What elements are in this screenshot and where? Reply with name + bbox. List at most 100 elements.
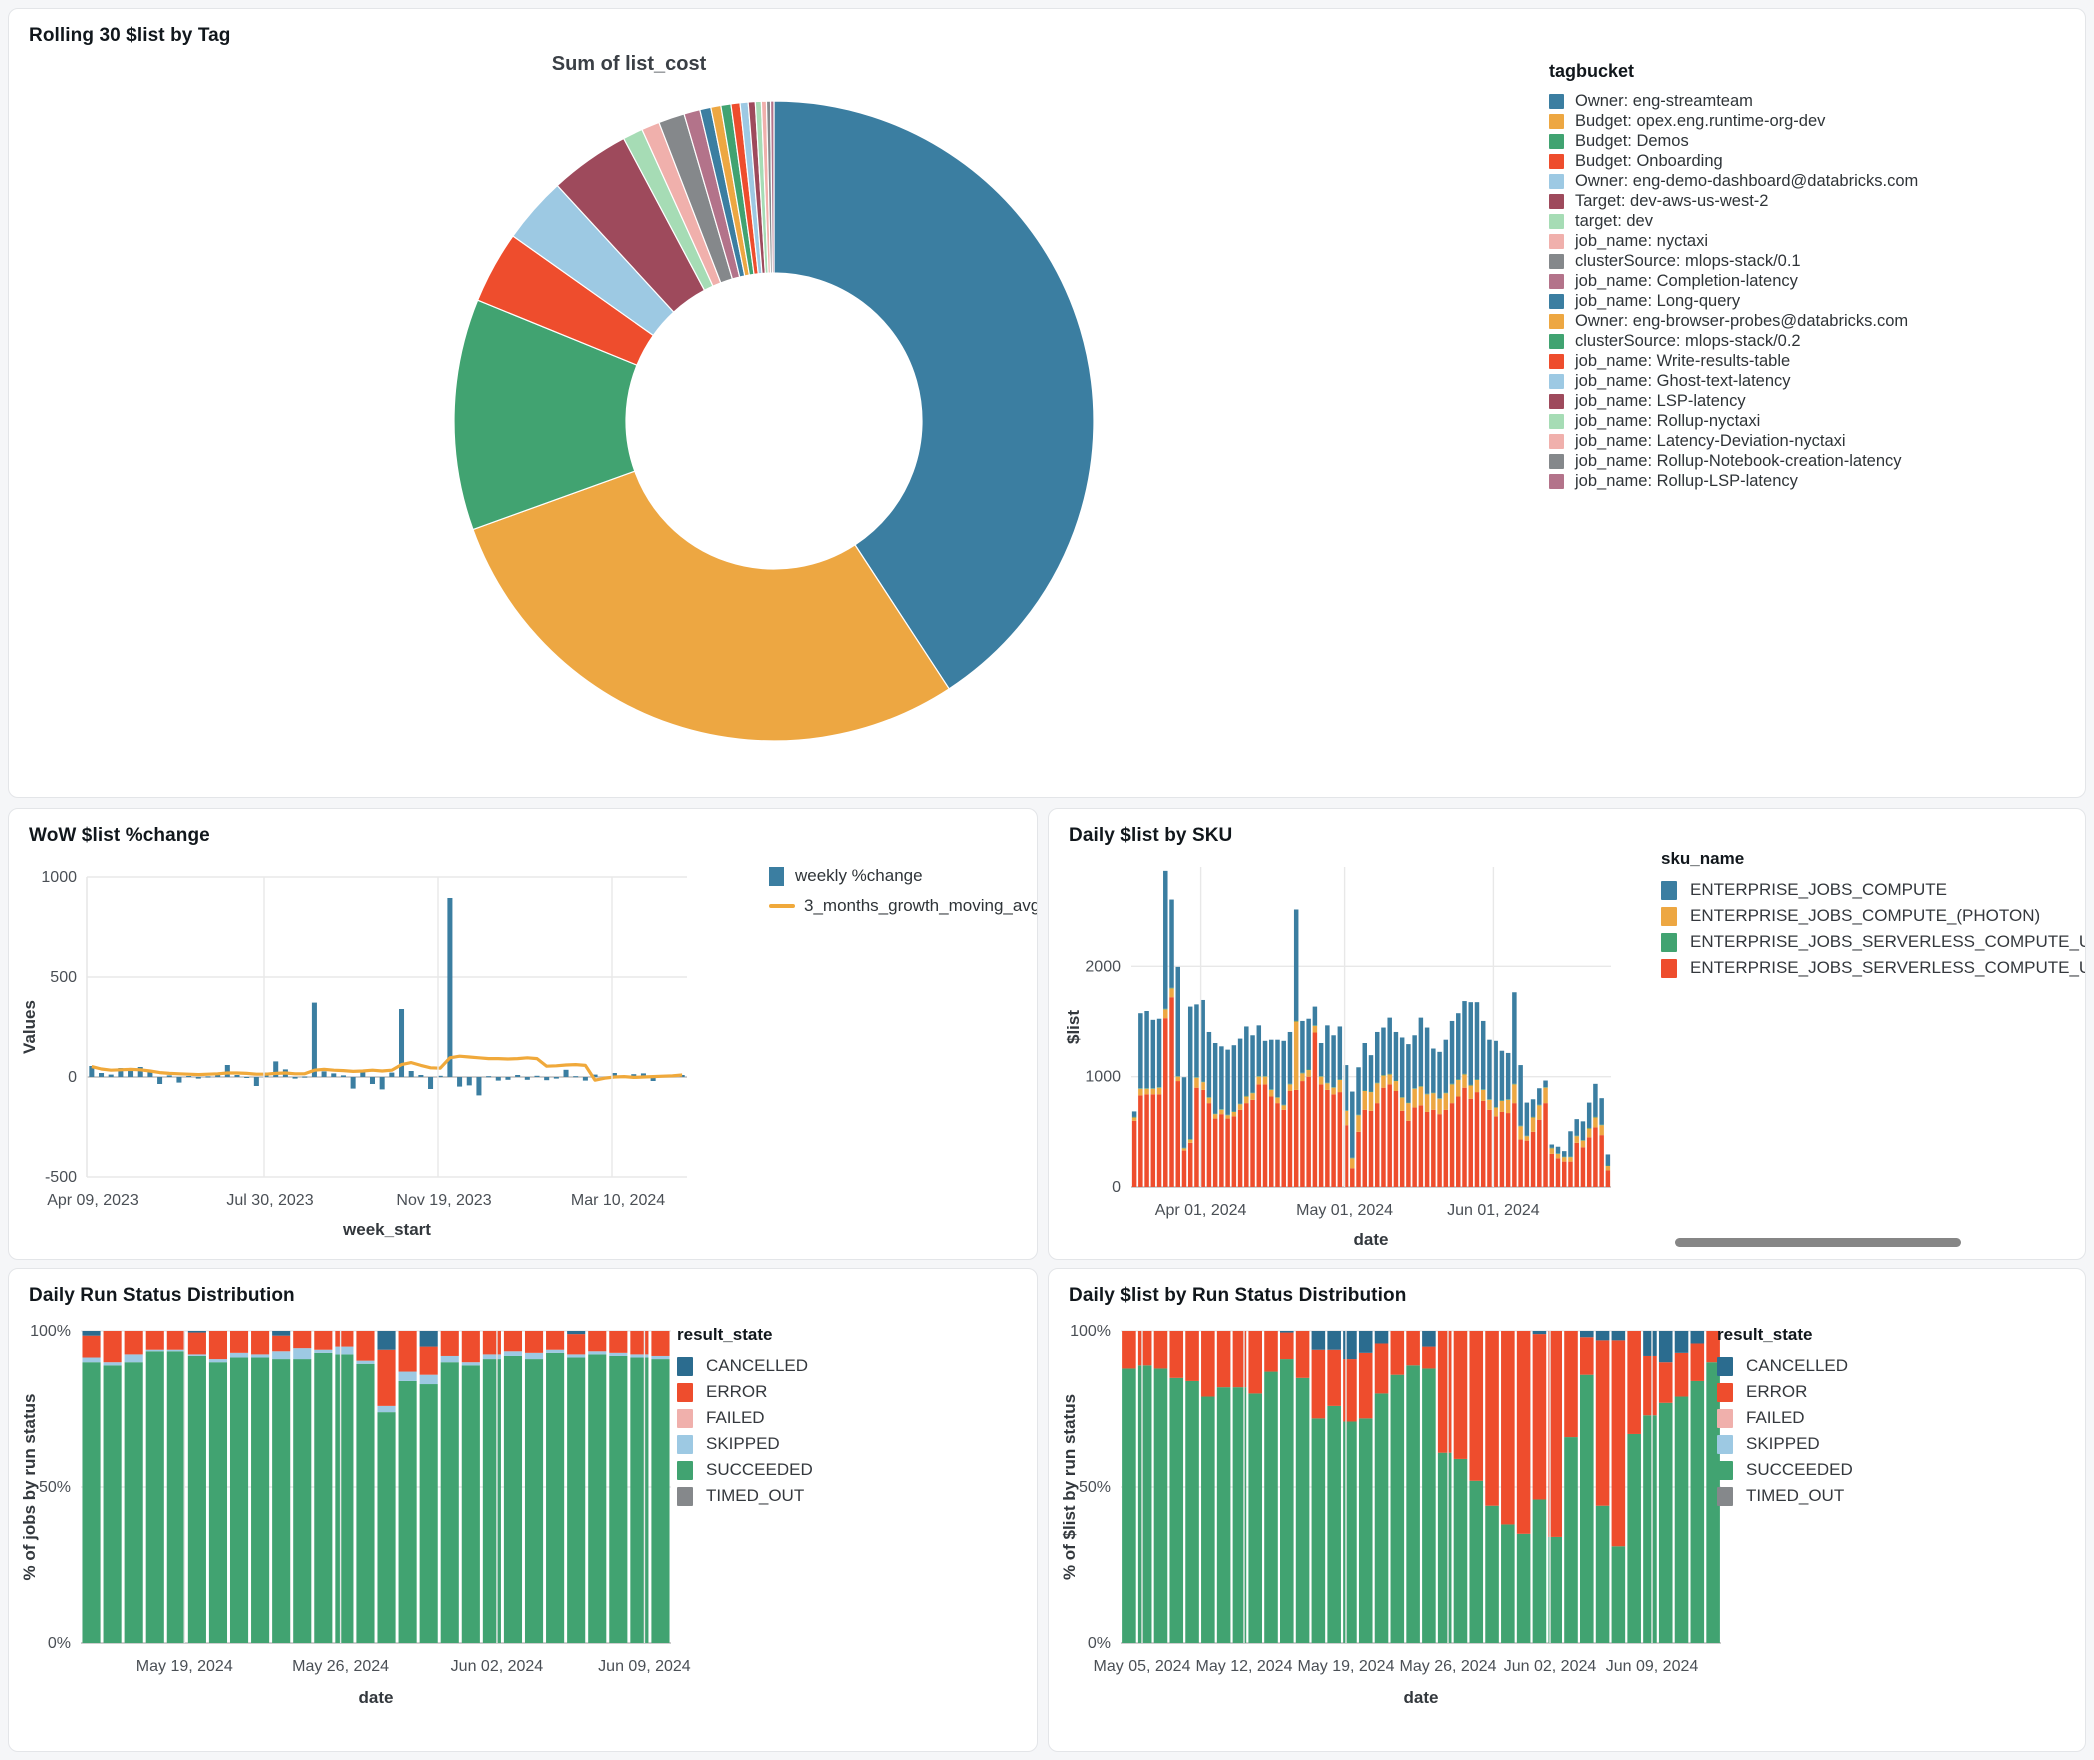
stacked-bar-segment[interactable]	[1318, 1084, 1324, 1187]
stacked-bar-segment[interactable]	[1343, 1331, 1357, 1360]
stacked-bar-segment[interactable]	[1518, 1065, 1523, 1126]
stacked-bar-segment[interactable]	[1181, 1150, 1187, 1187]
stacked-bar-segment[interactable]	[1453, 1458, 1468, 1643]
stacked-bar-segment[interactable]	[1337, 1026, 1343, 1080]
stacked-bar-segment[interactable]	[1595, 1331, 1610, 1341]
stacked-bar-segment[interactable]	[1456, 1096, 1461, 1187]
stacked-bar-segment[interactable]	[229, 1352, 249, 1358]
stacked-bar-segment[interactable]	[419, 1374, 438, 1385]
stacked-bar-segment[interactable]	[461, 1362, 480, 1366]
stacked-bar-segment[interactable]	[335, 1346, 354, 1355]
stacked-bar-segment[interactable]	[1181, 1147, 1187, 1149]
sku-legend-item[interactable]: ENTERPRISE_JOBS_COMPUTE_(PHOTON)	[1661, 903, 2085, 929]
stacked-bar-segment[interactable]	[1462, 1001, 1467, 1074]
stacked-bar-segment[interactable]	[145, 1351, 164, 1643]
stacked-bar-segment[interactable]	[1643, 1331, 1657, 1356]
stacked-bar-segment[interactable]	[1499, 1050, 1505, 1101]
stacked-bar-segment[interactable]	[1499, 1100, 1505, 1112]
stacked-bar-segment[interactable]	[567, 1331, 586, 1335]
stacked-bar-segment[interactable]	[1201, 1396, 1215, 1643]
stacked-bar-segment[interactable]	[1674, 1352, 1689, 1397]
stacked-bar-segment[interactable]	[1516, 1331, 1531, 1534]
stacked-bar-segment[interactable]	[588, 1354, 607, 1643]
stacked-bar-segment[interactable]	[1169, 1331, 1184, 1378]
stacked-bar-segment[interactable]	[1480, 1089, 1486, 1090]
bar[interactable]	[495, 1077, 501, 1081]
stacked-bar-segment[interactable]	[103, 1362, 122, 1366]
bar[interactable]	[99, 1073, 105, 1077]
stacked-bar-segment[interactable]	[1532, 1331, 1547, 1335]
stacked-bar-segment[interactable]	[1543, 1087, 1548, 1088]
stacked-bar-segment[interactable]	[1493, 1107, 1498, 1117]
stacked-bar-segment[interactable]	[1327, 1349, 1341, 1406]
stacked-bar-segment[interactable]	[1131, 1120, 1137, 1187]
bar[interactable]	[224, 1065, 230, 1077]
stacked-bar-segment[interactable]	[1443, 1109, 1449, 1187]
runs-legend-item[interactable]: SUCCEEDED	[677, 1457, 1017, 1483]
stacked-bar-segment[interactable]	[1627, 1331, 1641, 1434]
stacked-bar-segment[interactable]	[1487, 1099, 1492, 1110]
stacked-bar-segment[interactable]	[546, 1352, 565, 1643]
stacked-bar-segment[interactable]	[1356, 1115, 1361, 1132]
stacked-bar-segment[interactable]	[1300, 1072, 1305, 1074]
stacked-bar-segment[interactable]	[440, 1355, 459, 1363]
stacked-bar-segment[interactable]	[1658, 1331, 1673, 1363]
stacked-bar-segment[interactable]	[377, 1349, 396, 1406]
stacked-bar-segment[interactable]	[1337, 1079, 1343, 1093]
stacked-bar-segment[interactable]	[1138, 1088, 1143, 1096]
stacked-bar-segment[interactable]	[1437, 1098, 1442, 1099]
stacked-bar-segment[interactable]	[1593, 1083, 1598, 1117]
stacked-bar-segment[interactable]	[251, 1331, 270, 1355]
bar[interactable]	[457, 1077, 463, 1087]
stacked-bar-segment[interactable]	[1412, 1088, 1417, 1108]
runs-legend-item[interactable]: FAILED	[677, 1405, 1017, 1431]
stacked-bar-segment[interactable]	[503, 1331, 523, 1352]
stacked-bar-segment[interactable]	[1462, 1074, 1467, 1088]
stacked-bar-segment[interactable]	[1264, 1331, 1278, 1372]
stacked-bar-segment[interactable]	[1362, 1090, 1368, 1091]
stacked-bar-segment[interactable]	[1643, 1415, 1657, 1643]
stacked-bar-segment[interactable]	[1244, 1026, 1249, 1096]
stacked-bar-segment[interactable]	[588, 1351, 607, 1355]
stacked-bar-segment[interactable]	[1474, 1092, 1480, 1187]
stacked-bar-segment[interactable]	[1406, 1044, 1411, 1103]
stacked-bar-segment[interactable]	[1256, 1076, 1262, 1085]
bar[interactable]	[331, 1073, 337, 1077]
stacked-bar-segment[interactable]	[398, 1371, 417, 1381]
stacked-bar-segment[interactable]	[1300, 1073, 1305, 1082]
stacked-bar-segment[interactable]	[1574, 1136, 1579, 1143]
stacked-bar-segment[interactable]	[1374, 1393, 1389, 1643]
stacked-bar-segment[interactable]	[1350, 1168, 1355, 1187]
stacked-bar-segment[interactable]	[1187, 1139, 1193, 1143]
stacked-bar-segment[interactable]	[1264, 1371, 1278, 1643]
stacked-bar-segment[interactable]	[1181, 1148, 1187, 1151]
stacked-bar-segment[interactable]	[1250, 1092, 1255, 1094]
stacked-bar-segment[interactable]	[1156, 1018, 1162, 1088]
stacked-bar-segment[interactable]	[1244, 1103, 1249, 1187]
stacked-bar-segment[interactable]	[1487, 1039, 1492, 1100]
stacked-bar-segment[interactable]	[1287, 1084, 1293, 1091]
stacked-bar-segment[interactable]	[1399, 1097, 1405, 1111]
stacked-bar-segment[interactable]	[1399, 1097, 1405, 1098]
stacked-bar-segment[interactable]	[1468, 1098, 1473, 1187]
stacked-bar-segment[interactable]	[1549, 1144, 1555, 1148]
tagbucket-legend-item[interactable]: job_name: Rollup-Notebook-creation-laten…	[1549, 451, 2085, 471]
stacked-bar-segment[interactable]	[1406, 1365, 1420, 1643]
stacked-bar-segment[interactable]	[1216, 1331, 1231, 1388]
listrun-legend-item[interactable]: SKIPPED	[1717, 1431, 2057, 1457]
bar[interactable]	[428, 1077, 434, 1089]
stacked-bar-segment[interactable]	[630, 1357, 649, 1643]
bar[interactable]	[321, 1071, 327, 1077]
sku-legend-item[interactable]: ENTERPRISE_JOBS_COMPUTE	[1661, 877, 2085, 903]
stacked-bar-segment[interactable]	[1562, 1156, 1567, 1158]
horizontal-scrollbar[interactable]	[1675, 1238, 1961, 1247]
stacked-bar-segment[interactable]	[1530, 1117, 1536, 1132]
tagbucket-legend-item[interactable]: job_name: Write-results-table	[1549, 351, 2085, 371]
stacked-bar-segment[interactable]	[1505, 1052, 1511, 1100]
stacked-bar-segment[interactable]	[314, 1352, 333, 1643]
stacked-bar-segment[interactable]	[293, 1331, 312, 1349]
stacked-bar-segment[interactable]	[1212, 1118, 1218, 1187]
stacked-bar-segment[interactable]	[1390, 1331, 1405, 1375]
bar[interactable]	[108, 1074, 114, 1077]
stacked-bar-segment[interactable]	[1312, 1025, 1318, 1033]
